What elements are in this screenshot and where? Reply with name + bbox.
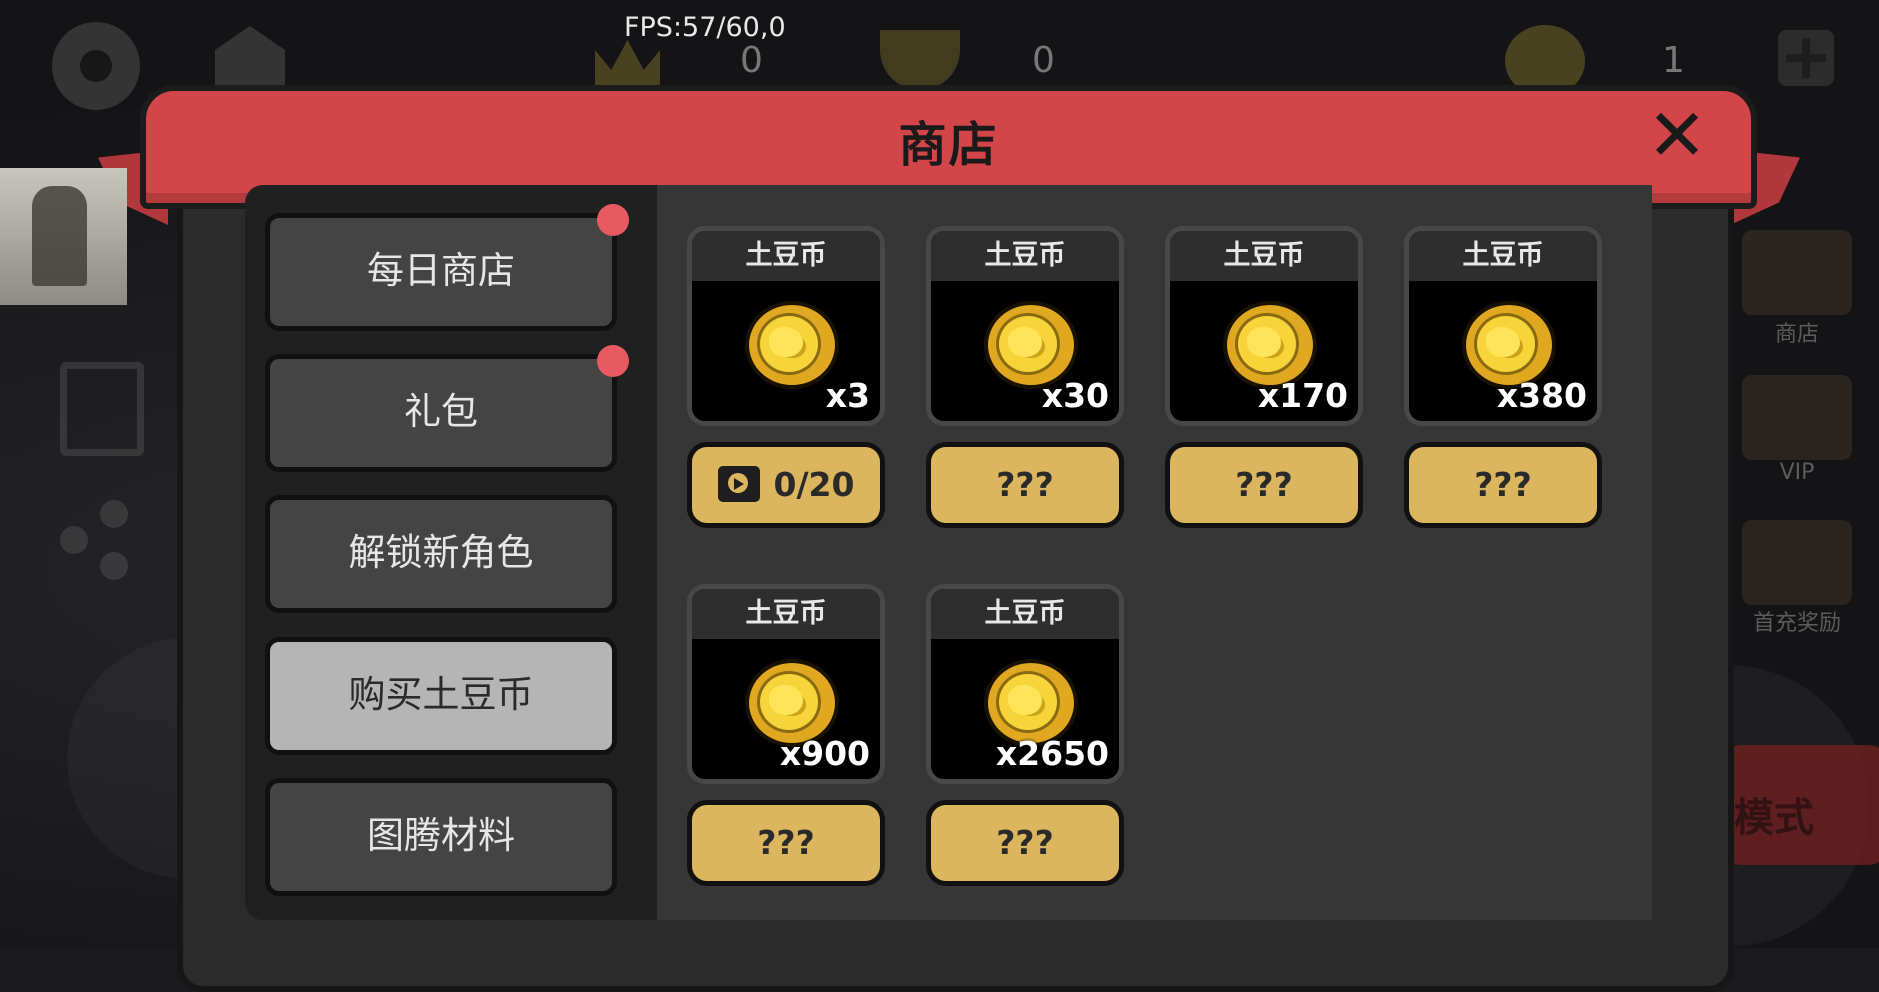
close-button[interactable]: ✕ bbox=[1641, 99, 1713, 171]
product-quantity: x900 bbox=[779, 734, 870, 773]
buy-button[interactable]: ??? bbox=[926, 442, 1124, 528]
product-name: 土豆币 bbox=[1170, 231, 1358, 281]
shop-title: 商店 bbox=[898, 117, 999, 173]
share-icon[interactable] bbox=[60, 500, 130, 580]
tab-buy-potato-coin[interactable]: 购买土豆币 bbox=[265, 637, 617, 755]
buy-button[interactable]: ??? bbox=[1404, 442, 1602, 528]
product-name: 土豆币 bbox=[931, 231, 1119, 281]
ad-progress: 0/20 bbox=[773, 465, 855, 504]
buy-button[interactable]: ??? bbox=[687, 800, 885, 886]
video-icon bbox=[717, 465, 760, 502]
product-name: 土豆币 bbox=[1409, 231, 1597, 281]
tab-unlock-character[interactable]: 解锁新角色 bbox=[265, 495, 617, 613]
product-card[interactable]: 土豆币 x3 bbox=[687, 226, 885, 426]
settings-gear-icon[interactable] bbox=[52, 22, 140, 110]
product-card[interactable]: 土豆币 x380 bbox=[1404, 226, 1602, 426]
fps-counter: FPS:57/60,0 bbox=[624, 12, 786, 43]
tab-gift-pack[interactable]: 礼包 bbox=[265, 354, 617, 472]
product-name: 土豆币 bbox=[692, 589, 880, 639]
product-name: 土豆币 bbox=[692, 231, 880, 281]
coin-count: 1 bbox=[1662, 40, 1685, 81]
first-recharge-label: 首充奖励 bbox=[1752, 611, 1841, 636]
vip-side-label: VIP bbox=[1779, 460, 1815, 485]
product-quantity: x2650 bbox=[995, 734, 1109, 773]
shop-side-label: 商店 bbox=[1774, 322, 1819, 347]
mode-label: 模式 bbox=[1734, 795, 1814, 841]
gift-icon[interactable] bbox=[1742, 520, 1852, 605]
shop-icon[interactable] bbox=[1742, 230, 1852, 315]
product-quantity: x30 bbox=[1041, 376, 1109, 415]
vip-icon[interactable] bbox=[1742, 375, 1852, 460]
product-quantity: x170 bbox=[1257, 376, 1348, 415]
tab-daily-shop-badge bbox=[597, 204, 629, 236]
mode-button[interactable]: 模式 bbox=[1720, 745, 1879, 865]
crown-count: 0 bbox=[740, 40, 763, 81]
product-card[interactable]: 土豆币 x2650 bbox=[926, 584, 1124, 784]
product-card[interactable]: 土豆币 x170 bbox=[1165, 226, 1363, 426]
tab-daily-shop[interactable]: 每日商店 bbox=[265, 213, 617, 331]
product-quantity: x380 bbox=[1496, 376, 1587, 415]
tab-totem-materials[interactable]: 图腾材料 bbox=[265, 778, 617, 896]
buy-button[interactable]: ??? bbox=[1165, 442, 1363, 528]
product-quantity: x3 bbox=[825, 376, 870, 415]
watch-ad-button[interactable]: 0/20 bbox=[687, 442, 885, 528]
product-card[interactable]: 土豆币 x30 bbox=[926, 226, 1124, 426]
product-name: 土豆币 bbox=[931, 589, 1119, 639]
notes-icon[interactable] bbox=[60, 362, 144, 456]
character-thumbnail[interactable] bbox=[0, 168, 127, 305]
buy-button[interactable]: ??? bbox=[926, 800, 1124, 886]
trophy-count: 0 bbox=[1032, 40, 1055, 81]
add-currency-icon[interactable] bbox=[1778, 30, 1834, 86]
product-card[interactable]: 土豆币 x900 bbox=[687, 584, 885, 784]
tab-gift-pack-badge bbox=[597, 345, 629, 377]
